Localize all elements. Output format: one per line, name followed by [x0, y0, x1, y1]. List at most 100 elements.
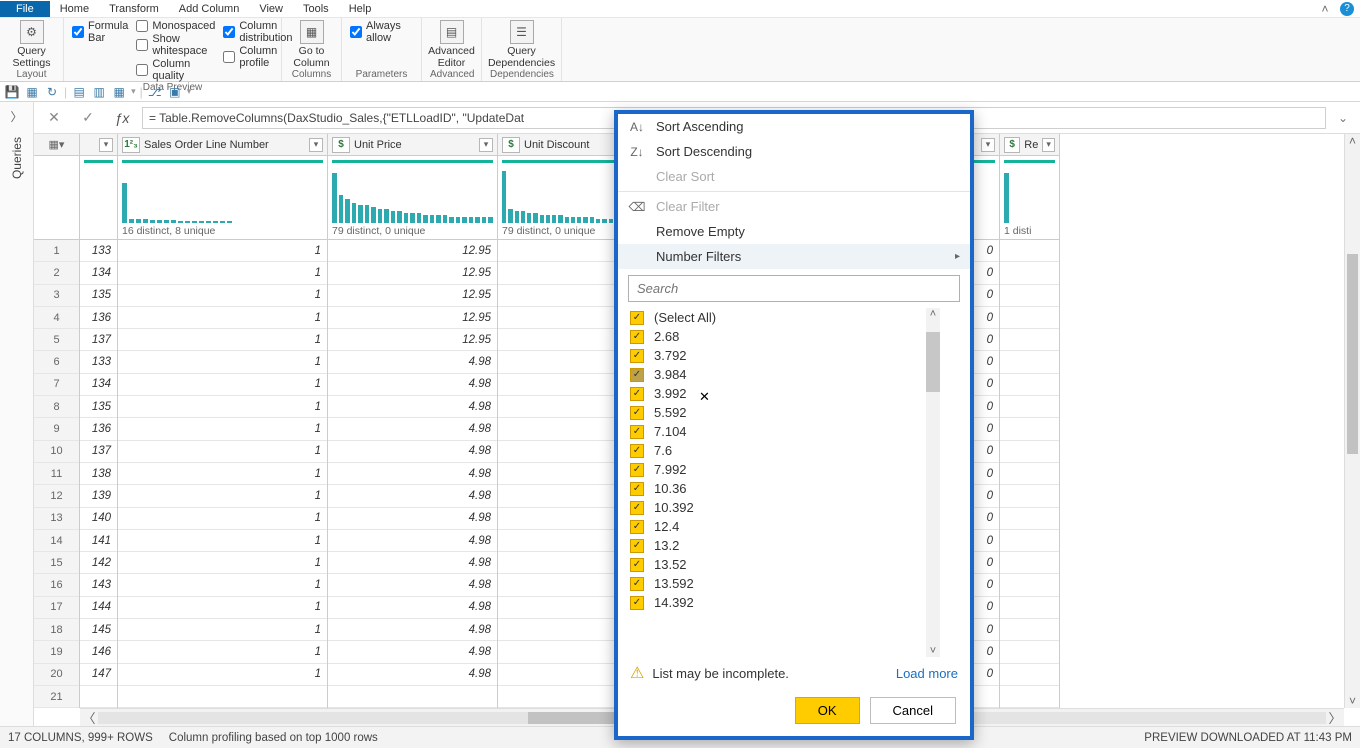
column-header[interactable]: $Unit Price▾	[328, 134, 497, 156]
goto-column-button[interactable]: ▦ Go to Column	[290, 20, 333, 69]
cell[interactable]: 144	[80, 597, 117, 619]
row-header[interactable]: 3	[34, 285, 79, 307]
cell[interactable]: 137	[80, 329, 117, 351]
row-header[interactable]: 6	[34, 351, 79, 373]
refresh-icon[interactable]: ↻	[44, 84, 60, 100]
row-header[interactable]: 17	[34, 597, 79, 619]
cell[interactable]: 1	[118, 374, 327, 396]
cell[interactable]: 4.98	[328, 351, 497, 373]
diagram-small-icon[interactable]: ▣	[167, 84, 183, 100]
number-filters-item[interactable]: Number Filters	[618, 244, 970, 269]
cell[interactable]: 1	[118, 329, 327, 351]
cell[interactable]	[1000, 641, 1059, 663]
show-whitespace-checkbox[interactable]: Show whitespace	[136, 33, 215, 57]
cell[interactable]	[1000, 307, 1059, 329]
filter-value-row[interactable]: ✓10.36	[630, 479, 948, 498]
datatype-icon[interactable]: 1²₃	[122, 137, 140, 153]
row-header[interactable]: 10	[34, 441, 79, 463]
scroll-down-icon[interactable]: ˅	[926, 645, 940, 657]
cell[interactable]: 133	[80, 240, 117, 262]
datatype-icon[interactable]: $	[1004, 137, 1020, 153]
filter-list-scrollbar[interactable]: ˄ ˅	[926, 308, 940, 657]
sort-ascending-item[interactable]: A↓ Sort Ascending	[618, 114, 970, 139]
cell[interactable]	[118, 686, 327, 708]
filter-value-row[interactable]: ✓3.792	[630, 346, 948, 365]
row-header[interactable]: 4	[34, 307, 79, 329]
cell[interactable]: 1	[118, 619, 327, 641]
column-header[interactable]: $Re▾	[1000, 134, 1059, 156]
cell[interactable]: 134	[80, 374, 117, 396]
cell[interactable]: 134	[80, 262, 117, 284]
cell[interactable]	[1000, 664, 1059, 686]
cell[interactable]: 143	[80, 574, 117, 596]
cell[interactable]	[1000, 418, 1059, 440]
column-filter-dropdown[interactable]: ▾	[981, 138, 995, 152]
column-header[interactable]: 1²₃Sales Order Line Number▾	[118, 134, 327, 156]
cell[interactable]: 4.98	[328, 641, 497, 663]
cell[interactable]: 4.98	[328, 664, 497, 686]
filter-value-row[interactable]: ✓7.992	[630, 460, 948, 479]
menu-addcolumn[interactable]: Add Column	[169, 1, 250, 17]
scroll-up-icon[interactable]: ˄	[1345, 134, 1360, 148]
cell[interactable]	[1000, 240, 1059, 262]
filter-value-row[interactable]: ✓7.6	[630, 441, 948, 460]
cell[interactable]: 4.98	[328, 619, 497, 641]
cell[interactable]: 1	[118, 396, 327, 418]
remove-empty-item[interactable]: Remove Empty	[618, 219, 970, 244]
chevron-right-icon[interactable]: 〉	[10, 108, 22, 125]
datatype-icon[interactable]: $	[502, 137, 520, 153]
cell[interactable]: 136	[80, 307, 117, 329]
query-deps-button[interactable]: ☰ Query Dependencies	[490, 20, 554, 69]
scroll-left-icon[interactable]: 〈	[80, 708, 98, 726]
cell[interactable]: 145	[80, 619, 117, 641]
row-header[interactable]: 20	[34, 664, 79, 686]
cell[interactable]: 1	[118, 508, 327, 530]
cell[interactable]: 1	[118, 418, 327, 440]
cell[interactable]	[1000, 262, 1059, 284]
filter-value-row[interactable]: ✓7.104	[630, 422, 948, 441]
cell[interactable]	[1000, 686, 1059, 708]
row-header[interactable]: 15	[34, 552, 79, 574]
filter-value-row[interactable]: ✓13.52	[630, 555, 948, 574]
table-corner[interactable]: ▦▾	[34, 134, 79, 156]
filter-value-row[interactable]: ✓12.4	[630, 517, 948, 536]
branch-icon[interactable]: ⎇	[147, 84, 163, 100]
cell[interactable]: 12.95	[328, 329, 497, 351]
filter-value-row[interactable]: ✓13.592	[630, 574, 948, 593]
grid-icon[interactable]: ▦	[24, 84, 40, 100]
row-header[interactable]: 2	[34, 262, 79, 284]
cell[interactable]: 141	[80, 530, 117, 552]
cell[interactable]	[1000, 530, 1059, 552]
cell[interactable]: 1	[118, 574, 327, 596]
cancel-formula-icon[interactable]: ✕	[40, 107, 68, 129]
ok-button[interactable]: OK	[795, 697, 860, 724]
row-header[interactable]: 16	[34, 574, 79, 596]
cell[interactable]	[328, 686, 497, 708]
cell[interactable]	[1000, 485, 1059, 507]
row-header[interactable]: 18	[34, 619, 79, 641]
cell[interactable]: 147	[80, 664, 117, 686]
row-header[interactable]: 8	[34, 396, 79, 418]
sort-descending-item[interactable]: Z↓ Sort Descending	[618, 139, 970, 164]
cell[interactable]: 133	[80, 351, 117, 373]
cell[interactable]	[80, 686, 117, 708]
row-header[interactable]: 14	[34, 530, 79, 552]
cell[interactable]: 135	[80, 396, 117, 418]
queries-pane-collapsed[interactable]: 〉 Queries	[0, 102, 34, 726]
filter-value-row[interactable]: ✓(Select All)	[630, 308, 948, 327]
cell[interactable]: 12.95	[328, 307, 497, 329]
cell[interactable]: 12.95	[328, 262, 497, 284]
cell[interactable]: 1	[118, 664, 327, 686]
cancel-button[interactable]: Cancel	[870, 697, 956, 724]
column-header[interactable]: ▾	[80, 134, 117, 156]
row-header[interactable]: 7	[34, 374, 79, 396]
vertical-scrollbar[interactable]: ˄ ˅	[1344, 134, 1360, 708]
row-header[interactable]: 11	[34, 463, 79, 485]
datatype-icon[interactable]: $	[332, 137, 350, 153]
row-header[interactable]: 13	[34, 508, 79, 530]
cell[interactable]: 135	[80, 285, 117, 307]
query-settings-button[interactable]: ⚙ Query Settings	[8, 20, 55, 69]
menu-file[interactable]: File	[0, 1, 50, 17]
chevron-up-icon[interactable]: ˄	[1318, 2, 1332, 16]
filter-value-row[interactable]: ✓3.984	[630, 365, 948, 384]
